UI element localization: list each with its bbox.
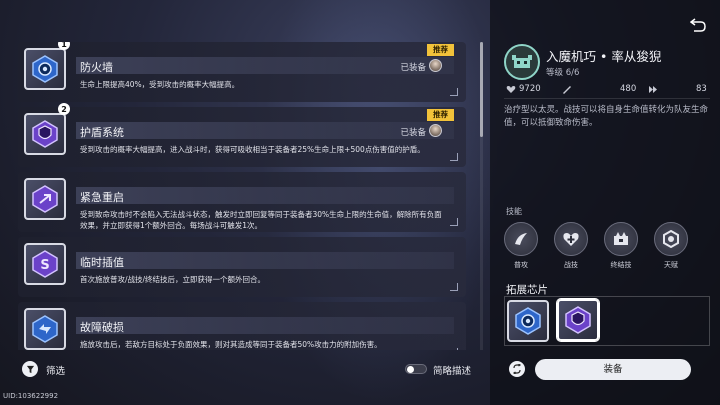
sword-icon <box>563 86 571 94</box>
heart-icon <box>506 86 516 93</box>
chip-name: 临时插值 <box>80 256 124 269</box>
corner-mark <box>450 283 458 291</box>
talent-icon <box>663 230 679 248</box>
chip-order-badge: 1 <box>58 42 70 50</box>
shield-system-chip-icon <box>565 306 591 334</box>
emergency-reboot-chip-icon <box>24 178 66 220</box>
attack-value: 480 <box>620 84 637 94</box>
filter-button[interactable] <box>22 361 38 377</box>
chip-description: 施放攻击后，若敌方目标处于负面效果，则对其造成等同于装备者50%攻击力的附加伤害… <box>80 340 382 349</box>
chip-name-bar <box>76 252 454 269</box>
corner-mark <box>450 218 458 226</box>
filter-icon <box>26 365 34 373</box>
skill-battle[interactable]: 战技 <box>551 222 591 270</box>
firewall-chip-icon <box>24 48 66 90</box>
uid-label: UID:103622992 <box>3 392 59 400</box>
chip-list: 1 推荐 防火墙 已装备 生命上限提高40%，受到攻击的概率大幅提高。 2 推荐… <box>18 42 474 350</box>
svg-text:S: S <box>40 258 49 273</box>
chip-name-bar <box>76 317 454 334</box>
chip-name: 故障破损 <box>80 321 124 334</box>
firewall-chip-icon <box>515 307 541 335</box>
recommend-badge: 推荐 <box>427 109 454 121</box>
chip-order-badge: 2 <box>58 103 70 115</box>
chip-name: 防火墙 <box>80 61 113 74</box>
chip-name-bar <box>76 57 454 74</box>
hero-level: 等级 6/6 <box>546 68 580 78</box>
chip-description: 受到致命攻击时不会陷入无法战斗状态，触发时立即回复等同于装备者30%生命上限的生… <box>80 210 442 230</box>
equip-button[interactable]: 装备 <box>535 359 691 380</box>
hero-portrait-icon <box>504 44 540 80</box>
avatar <box>429 124 442 137</box>
hp-value: 9720 <box>519 84 541 94</box>
speed-value: 83 <box>696 84 707 94</box>
chip-name: 护盾系统 <box>80 126 124 139</box>
chip-name-bar <box>76 122 454 139</box>
back-icon[interactable] <box>690 18 706 32</box>
filter-label[interactable]: 筛选 <box>46 363 65 377</box>
swap-icon <box>512 364 522 374</box>
chip-card-fault-break[interactable]: 故障破损 施放攻击后，若敌方目标处于负面效果，则对其造成等同于装备者50%攻击力… <box>18 302 466 350</box>
ultimate-icon <box>614 232 628 245</box>
recommend-badge: 推荐 <box>427 44 454 56</box>
hero-title: 入魔机巧 • 率从狻猊 <box>546 49 662 64</box>
extension-slot-shield-system[interactable] <box>557 299 599 341</box>
swap-button[interactable] <box>509 361 525 377</box>
chip-card-emergency-reboot[interactable]: 紧急重启 受到致命攻击时不会陷入无法战斗状态，触发时立即回复等同于装备者30%生… <box>18 172 466 232</box>
avatar <box>429 59 442 72</box>
fault-break-chip-icon <box>24 308 66 350</box>
skill-label: 普攻 <box>514 261 528 269</box>
corner-mark <box>450 348 458 350</box>
skills-label: 技能 <box>506 207 522 216</box>
corner-mark <box>450 153 458 161</box>
chip-description: 首次施放普攻/战技/终结技后，立即获得一个额外回合。 <box>80 275 266 284</box>
skill-basic-attack[interactable]: 普攻 <box>501 222 541 270</box>
temporary-interpolation-chip-icon: S <box>24 243 66 285</box>
hero-description: 治疗型以太灵。战技可以将自身生命值转化为队友生命值，可以抵御致命伤害。 <box>504 105 709 128</box>
skill-label: 天赋 <box>664 261 678 269</box>
chip-name: 紧急重启 <box>80 191 124 204</box>
skill-talent[interactable]: 天赋 <box>651 222 691 270</box>
chip-name-bar <box>76 187 454 204</box>
equipped-label: 已装备 <box>400 128 426 138</box>
chip-card-temporary-interpolation[interactable]: S 临时插值 首次施放普攻/战技/终结技后，立即获得一个额外回合。 <box>18 237 466 297</box>
speed-icon <box>649 86 657 93</box>
corner-mark <box>450 88 458 96</box>
equipped-label: 已装备 <box>400 63 426 73</box>
basic-attack-icon <box>515 233 527 245</box>
chip-card-shield-system[interactable]: 2 推荐 护盾系统 已装备 受到攻击的概率大幅提高，进入战斗时，获得可吸收相当于… <box>18 103 466 167</box>
skill-ultimate[interactable]: 终结技 <box>601 222 641 270</box>
brief-description-label: 简略描述 <box>433 366 472 377</box>
divider <box>504 98 710 99</box>
extension-slot-firewall[interactable] <box>507 300 549 342</box>
skill-label: 终结技 <box>610 261 632 269</box>
chip-card-firewall[interactable]: 1 推荐 防火墙 已装备 生命上限提高40%，受到攻击的概率大幅提高。 <box>18 42 466 102</box>
shield-system-chip-icon <box>24 113 66 155</box>
chip-description: 生命上限提高40%，受到攻击的概率大幅提高。 <box>80 80 240 89</box>
skill-label: 战技 <box>564 261 578 269</box>
chip-description: 受到攻击的概率大幅提高，进入战斗时，获得可吸收相当于装备者25%生命上限+500… <box>80 145 425 154</box>
toggle-knob <box>407 366 414 373</box>
brief-description-toggle[interactable] <box>405 364 427 374</box>
scrollbar-thumb[interactable] <box>480 42 483 137</box>
skill-icon <box>563 233 579 246</box>
extension-chips-title: 拓展芯片 <box>506 284 548 296</box>
